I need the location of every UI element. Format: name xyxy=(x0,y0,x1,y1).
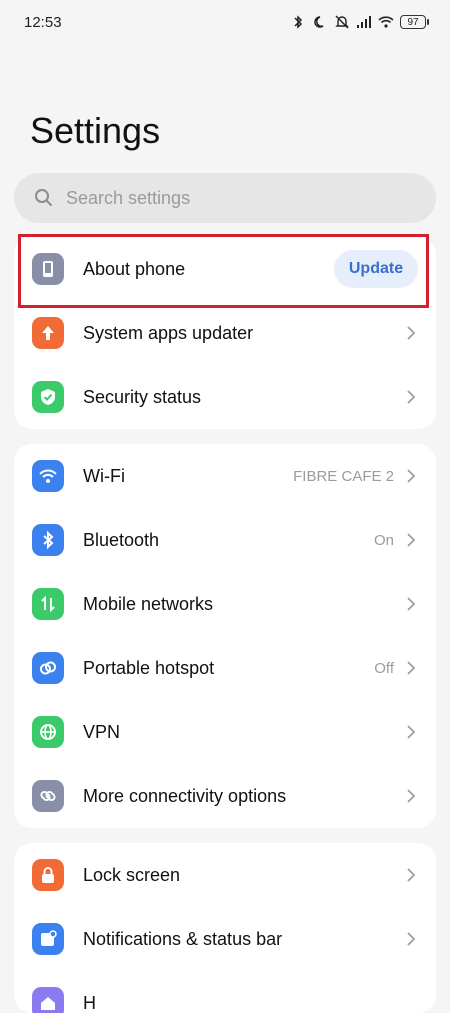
signal-icon xyxy=(356,14,372,30)
chevron-right-icon xyxy=(406,724,416,740)
settings-group-connectivity: Wi-Fi FIBRE CAFE 2 Bluetooth On Mobile n… xyxy=(14,444,436,828)
search-placeholder: Search settings xyxy=(66,188,190,209)
settings-item-vpn[interactable]: VPN xyxy=(14,700,436,764)
chevron-right-icon xyxy=(406,325,416,341)
settings-item-wifi[interactable]: Wi-Fi FIBRE CAFE 2 xyxy=(14,444,436,508)
settings-item-more-connectivity[interactable]: More connectivity options xyxy=(14,764,436,828)
mobile-data-icon xyxy=(32,588,64,620)
chevron-right-icon xyxy=(406,468,416,484)
wifi-icon xyxy=(32,460,64,492)
battery-indicator: 97 xyxy=(400,15,426,29)
settings-item-label: Mobile networks xyxy=(83,594,406,615)
wifi-network-name: FIBRE CAFE 2 xyxy=(293,468,394,485)
search-icon xyxy=(34,188,54,208)
settings-item-label: Bluetooth xyxy=(83,530,374,551)
globe-icon xyxy=(32,716,64,748)
settings-item-label: Portable hotspot xyxy=(83,658,374,679)
arrow-up-icon xyxy=(32,317,64,349)
hotspot-icon xyxy=(32,652,64,684)
status-time: 12:53 xyxy=(24,14,62,31)
bluetooth-status: On xyxy=(374,532,394,549)
bluetooth-status-icon xyxy=(290,14,306,30)
notification-icon xyxy=(32,923,64,955)
shield-check-icon xyxy=(32,381,64,413)
settings-group-display: Lock screen Notifications & status bar H xyxy=(14,843,436,1013)
settings-item-label: Lock screen xyxy=(83,865,406,886)
lock-icon xyxy=(32,859,64,891)
chevron-right-icon xyxy=(406,660,416,676)
bluetooth-icon xyxy=(32,524,64,556)
settings-item-label: VPN xyxy=(83,722,406,743)
settings-item-system-apps-updater[interactable]: System apps updater xyxy=(14,301,436,365)
search-bar[interactable]: Search settings xyxy=(14,173,436,223)
bell-muted-icon xyxy=(334,14,350,30)
settings-item-bluetooth[interactable]: Bluetooth On xyxy=(14,508,436,572)
chevron-right-icon xyxy=(406,867,416,883)
settings-item-portable-hotspot[interactable]: Portable hotspot Off xyxy=(14,636,436,700)
settings-item-label: More connectivity options xyxy=(83,786,406,807)
settings-item-label: Notifications & status bar xyxy=(83,929,406,950)
hotspot-status: Off xyxy=(374,660,394,677)
settings-item-notifications[interactable]: Notifications & status bar xyxy=(14,907,436,971)
chevron-right-icon xyxy=(406,931,416,947)
settings-item-label: Security status xyxy=(83,387,406,408)
chevron-right-icon xyxy=(406,532,416,548)
settings-item-mobile-networks[interactable]: Mobile networks xyxy=(14,572,436,636)
status-bar: 12:53 97 xyxy=(0,0,450,44)
settings-item-home-screen[interactable]: H xyxy=(14,971,436,1013)
status-icons: 97 xyxy=(290,14,426,30)
wifi-status-icon xyxy=(378,14,394,30)
settings-item-security-status[interactable]: Security status xyxy=(14,365,436,429)
chevron-right-icon xyxy=(406,596,416,612)
page-title: Settings xyxy=(30,110,160,152)
settings-item-label: System apps updater xyxy=(83,323,406,344)
chevron-right-icon xyxy=(406,389,416,405)
home-icon xyxy=(32,987,64,1013)
moon-icon xyxy=(312,14,328,30)
highlight-box xyxy=(18,234,429,308)
settings-item-lock-screen[interactable]: Lock screen xyxy=(14,843,436,907)
settings-item-label: Wi-Fi xyxy=(83,466,293,487)
link-icon xyxy=(32,780,64,812)
chevron-right-icon xyxy=(406,788,416,804)
settings-item-label: H xyxy=(83,993,416,1013)
